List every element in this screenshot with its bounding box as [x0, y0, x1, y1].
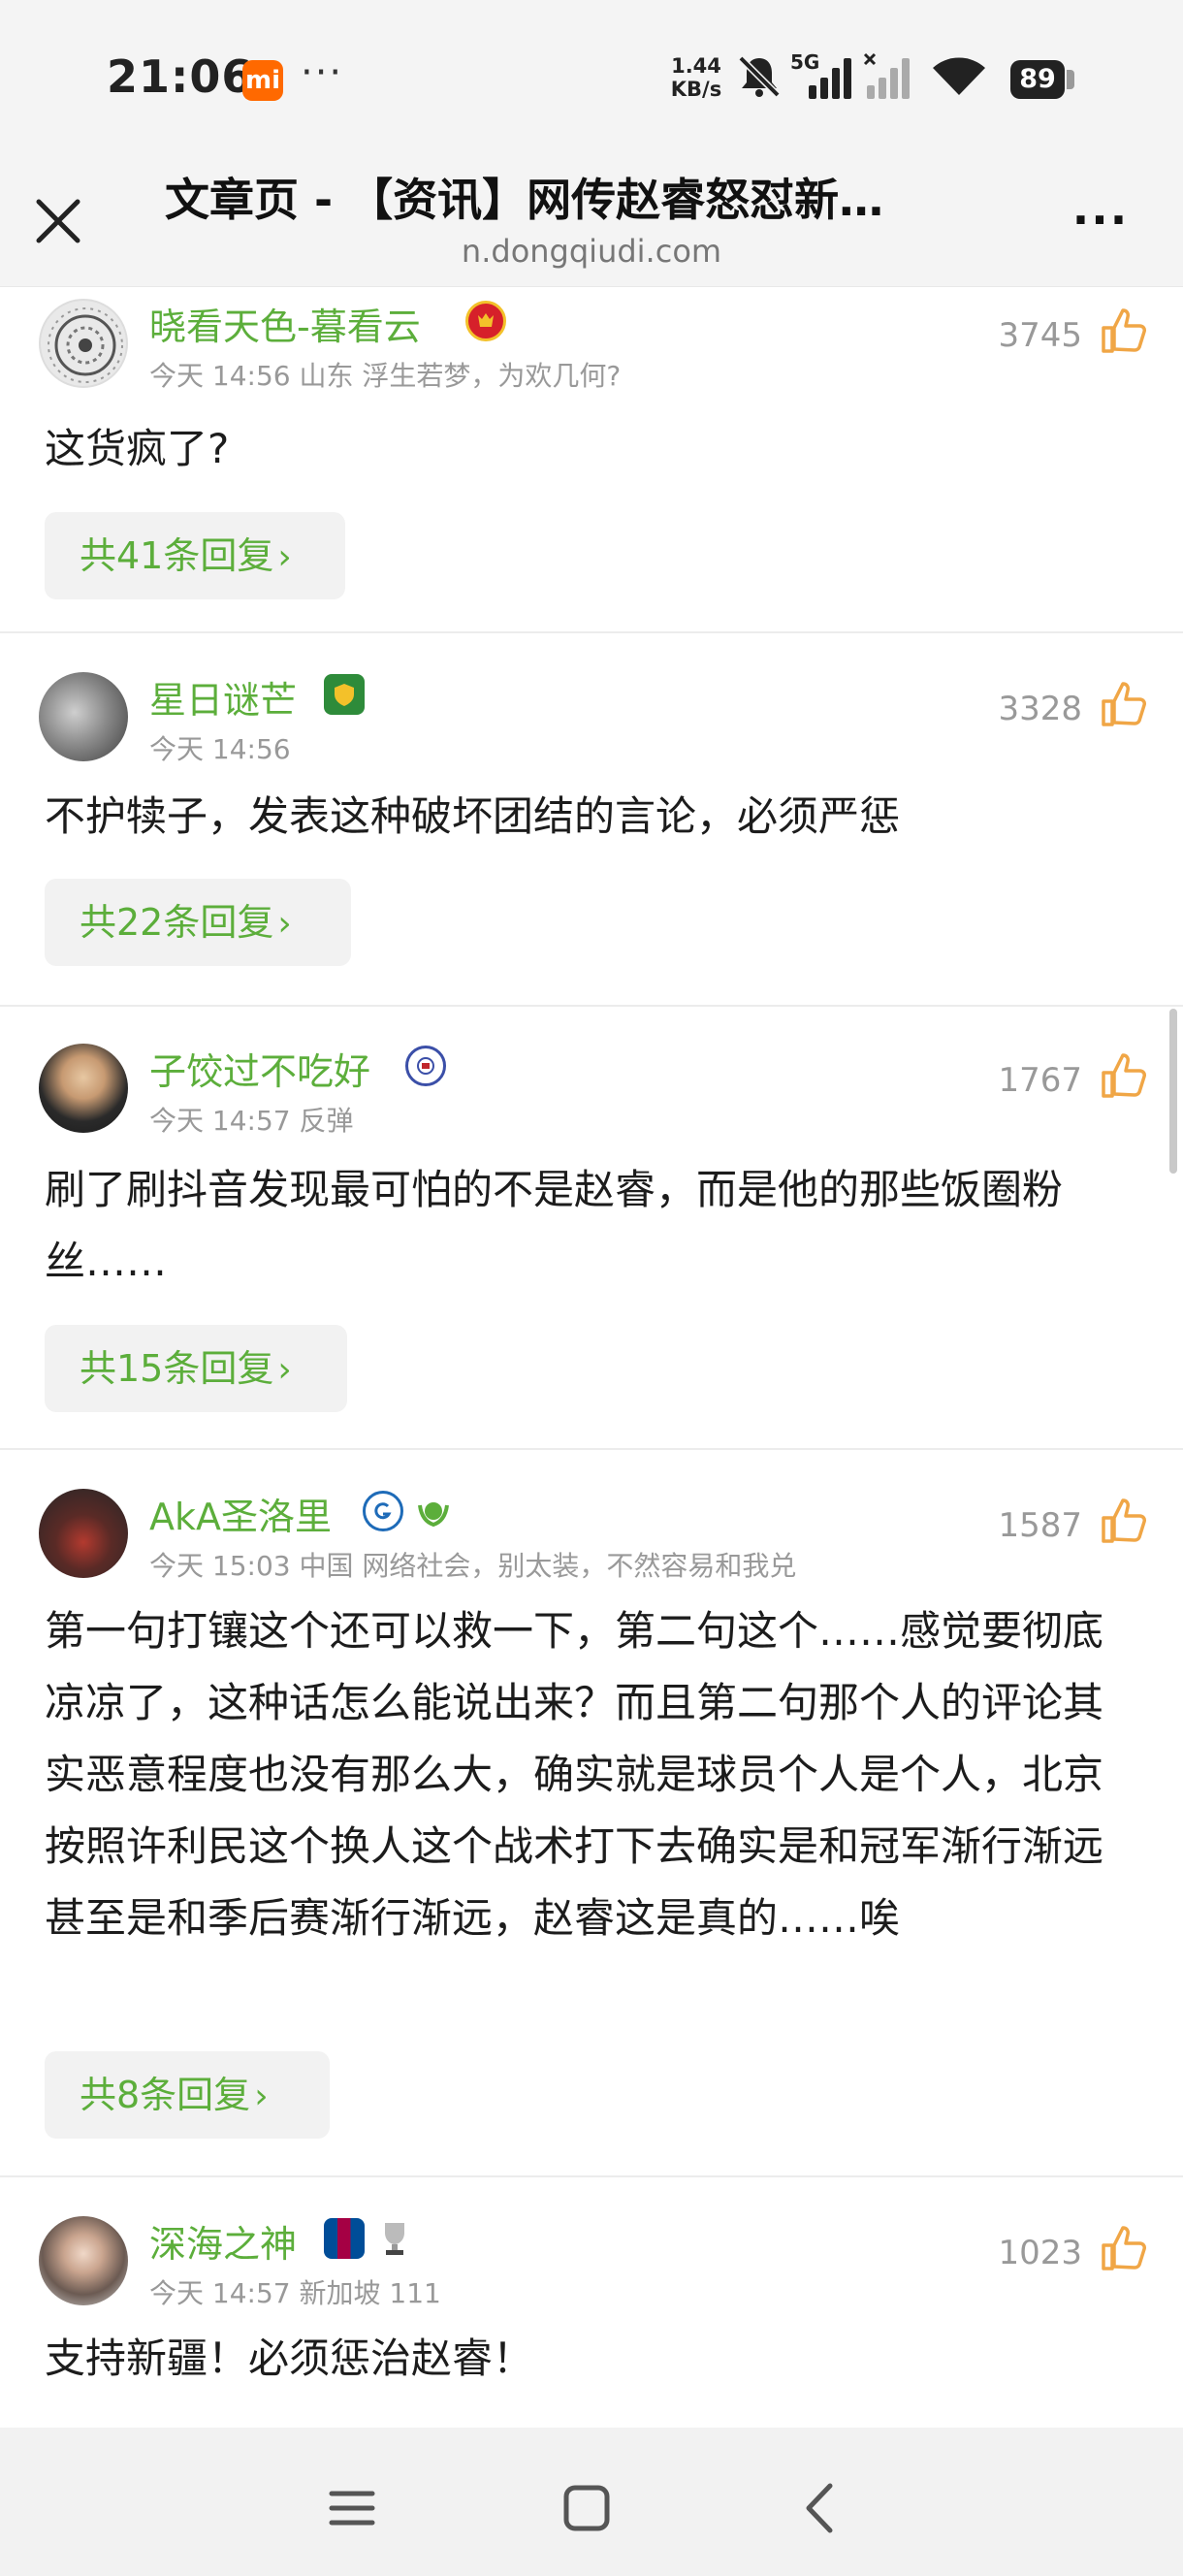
- user-badges: [324, 2218, 415, 2259]
- avatar[interactable]: [39, 1044, 128, 1133]
- comment-meta: 今天 15:03 中国 网络社会，别太装，不然容易和我兑: [149, 1550, 797, 1582]
- like-count: 3328: [998, 690, 1082, 728]
- clock: 21:06: [107, 50, 254, 103]
- club-badge-icon: [465, 301, 506, 341]
- replies-label: 共41条回复: [80, 534, 274, 577]
- signal-off-icon: [863, 52, 910, 99]
- devil-crest-icon: [478, 313, 494, 327]
- more-options-button[interactable]: ...: [1067, 184, 1135, 252]
- comment-username[interactable]: 深海之神: [149, 2214, 297, 2268]
- avatar[interactable]: [39, 672, 128, 761]
- replies-label: 共15条回复: [80, 1347, 274, 1390]
- laurel-icon: [418, 1502, 449, 1528]
- comment-text: 支持新疆！必须惩治赵睿！: [45, 2334, 534, 2382]
- mi-app-icon: mi: [242, 60, 283, 101]
- user-badges: [465, 301, 506, 341]
- more-notifications-icon: ···: [301, 50, 344, 95]
- user-badges: [405, 1046, 446, 1086]
- like-count: 3745: [998, 316, 1082, 355]
- comment-username[interactable]: 晓看天色-暮看云: [149, 297, 421, 350]
- signal-icon: [809, 58, 851, 99]
- replies-label: 共22条回复: [80, 901, 274, 944]
- user-badges: [324, 674, 365, 715]
- chevron-right-icon: ›: [277, 904, 292, 944]
- avatar[interactable]: [39, 2216, 128, 2305]
- like-count: 1587: [998, 1506, 1082, 1545]
- avatar[interactable]: [39, 299, 128, 388]
- comment-item: AkA圣洛里 今天 15:03 中国 网络社会，别太装，不然容易和我兑 1587…: [0, 1450, 1183, 2177]
- net-speed-value: 1.44: [671, 54, 721, 78]
- page-scrollbar[interactable]: [1169, 1009, 1177, 1174]
- cup-icon: [385, 2223, 404, 2255]
- net-speed-unit: KB/s: [670, 78, 722, 101]
- page-title: 文章页 - 【资讯】网传赵睿怒怼新…: [165, 174, 884, 226]
- club-badge-icon: [405, 1046, 446, 1086]
- view-replies-button[interactable]: 共22条回复 ›: [45, 879, 351, 966]
- view-replies-button[interactable]: 共8条回复 ›: [45, 2051, 330, 2139]
- replies-label: 共8条回复: [80, 2074, 251, 2116]
- comment-item: 子饺过不吃好 今天 14:57 反弹 1767 刷了刷抖音发现最可怕的不是赵睿，…: [0, 1007, 1183, 1450]
- comment-username[interactable]: AkA圣洛里: [149, 1487, 332, 1540]
- like-count: 1767: [998, 1061, 1082, 1100]
- club-badge-icon: [363, 1491, 403, 1531]
- like-thumb-icon[interactable]: [1100, 306, 1148, 355]
- user-badges: [363, 1491, 454, 1531]
- like-count: 1023: [998, 2234, 1082, 2272]
- like-thumb-icon[interactable]: [1100, 1051, 1148, 1100]
- comment-text: 这货疯了?: [45, 425, 230, 472]
- comment-item: 星日谜芒 今天 14:56 3328 不护犊子，发表这种破坏团结的言论，必须严惩…: [0, 633, 1183, 1007]
- trophy-icon: [374, 2218, 415, 2259]
- view-replies-button[interactable]: 共41条回复 ›: [45, 512, 345, 599]
- comment-text: 不护犊子，发表这种破坏团结的言论，必须严惩: [45, 792, 901, 840]
- chevron-right-icon: ›: [277, 1350, 292, 1390]
- home-icon[interactable]: [553, 2474, 621, 2542]
- like-thumb-icon[interactable]: [1100, 1497, 1148, 1545]
- status-bar: 21:06 mi ··· 1.44 KB/s 5G 89: [0, 0, 1183, 145]
- round-crest-icon: [417, 1057, 434, 1075]
- net-speed: 1.44 KB/s: [667, 54, 725, 101]
- like-thumb-icon[interactable]: [1100, 2224, 1148, 2272]
- comment-text: 第一句打镶这个还可以救一下，第二句这个……感觉要彻底凉凉了，这种话怎么能说出来？…: [45, 1607, 1104, 1942]
- battery-level: 89: [1010, 60, 1065, 99]
- menu-icon[interactable]: [318, 2474, 386, 2542]
- battery-icon: [1067, 70, 1074, 89]
- chevron-right-icon: ›: [254, 2077, 269, 2116]
- comment-text: 刷了刷抖音发现最可怕的不是赵睿，而是他的那些饭圈粉丝……: [45, 1166, 1064, 1285]
- achievement-badge-icon: [413, 1491, 454, 1531]
- comment-meta: 今天 14:56 山东 浮生若梦，为欢几何?: [149, 360, 622, 392]
- view-replies-button[interactable]: 共15条回复 ›: [45, 1325, 347, 1412]
- club-badge-icon: [324, 2218, 365, 2259]
- g-crest-icon: [374, 1502, 392, 1520]
- mute-icon: [738, 55, 781, 98]
- club-badge-icon: [324, 674, 365, 715]
- comment-item: 深海之神 今天 14:57 新加坡 111 1023 支持新疆！必须惩治赵睿！: [0, 2177, 1183, 2430]
- wifi-icon: [933, 57, 985, 95]
- back-icon[interactable]: [787, 2474, 855, 2542]
- chevron-right-icon: ›: [277, 537, 292, 577]
- comment-meta: 今天 14:57 反弹: [149, 1105, 354, 1137]
- browser-title-bar: 文章页 - 【资讯】网传赵睿怒怼新… n.dongqiudi.com ...: [0, 145, 1183, 287]
- shield-crest-icon: [335, 684, 354, 706]
- comment-list: 晓看天色-暮看云 今天 14:56 山东 浮生若梦，为欢几何? 3745 这货疯…: [0, 287, 1183, 2430]
- comment-username[interactable]: 星日谜芒: [149, 670, 297, 724]
- comment-meta: 今天 14:56: [149, 733, 291, 765]
- comment-username[interactable]: 子饺过不吃好: [149, 1042, 370, 1095]
- system-nav-bar: [0, 2428, 1183, 2576]
- like-thumb-icon[interactable]: [1100, 680, 1148, 728]
- avatar-pattern-icon: [48, 307, 123, 383]
- page-url: n.dongqiudi.com: [461, 233, 722, 270]
- avatar[interactable]: [39, 1489, 128, 1578]
- comment-meta: 今天 14:57 新加坡 111: [149, 2277, 441, 2309]
- comment-item: 晓看天色-暮看云 今天 14:56 山东 浮生若梦，为欢几何? 3745 这货疯…: [0, 287, 1183, 633]
